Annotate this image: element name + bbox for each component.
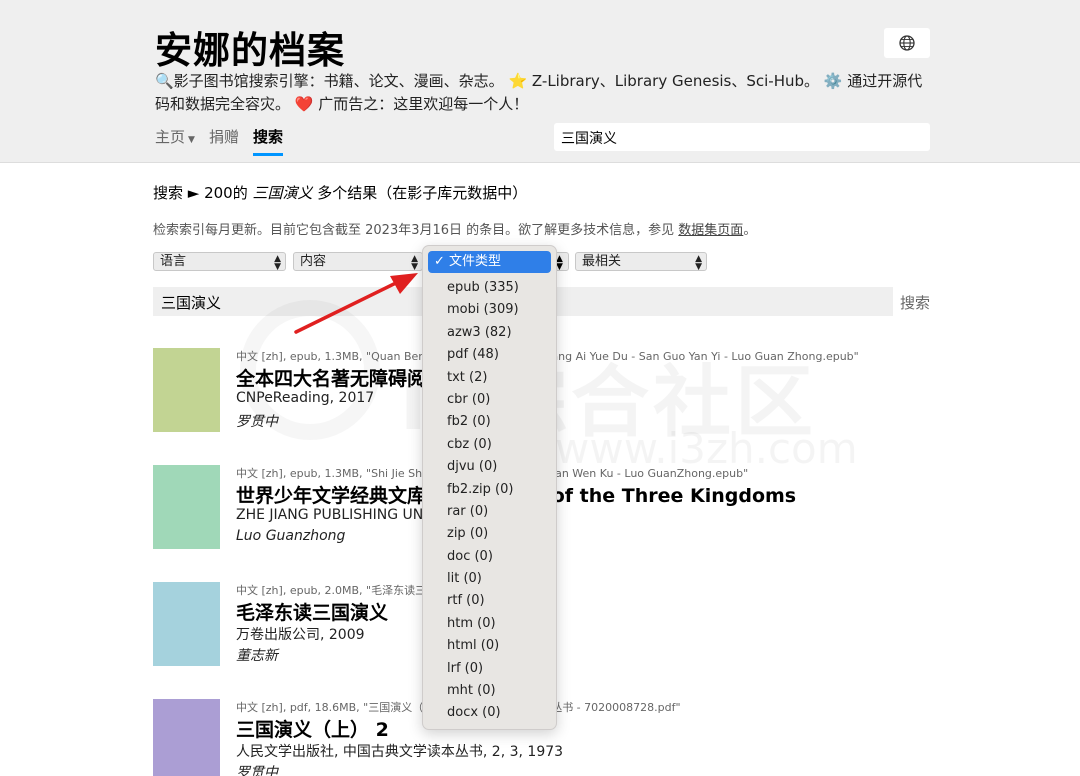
results-query: 三国演义 bbox=[252, 184, 313, 202]
index-info-text: 检索索引每月更新。目前它包含截至 2023年3月16日 的条目。欲了解更多技术信… bbox=[153, 223, 679, 238]
filetype-option[interactable]: doc (0) bbox=[447, 546, 519, 568]
filetype-option[interactable]: txt (2) bbox=[447, 367, 519, 389]
results-suffix: 多个结果（在影子库元数据中） bbox=[312, 184, 528, 202]
filetype-option[interactable]: rar (0) bbox=[447, 501, 519, 523]
language-select[interactable]: 语言 ▲ ▼ bbox=[153, 252, 286, 272]
tab-donate[interactable]: 捐赠 bbox=[209, 126, 239, 156]
main-nav: 主页 ▼ 捐赠 搜索 bbox=[155, 126, 283, 156]
header-search-input[interactable]: 三国演义 bbox=[554, 123, 930, 151]
filetype-option[interactable]: epub (335) bbox=[447, 277, 519, 299]
results-summary: 搜索 ► 200的 三国演义 多个结果（在影子库元数据中） bbox=[153, 182, 527, 203]
filetype-option[interactable]: fb2 (0) bbox=[447, 411, 519, 433]
filetype-option[interactable]: docx (0) bbox=[447, 702, 519, 724]
filetype-option[interactable]: mht (0) bbox=[447, 680, 519, 702]
filetype-option[interactable]: rtf (0) bbox=[447, 590, 519, 612]
red-arrow-annotation bbox=[294, 273, 418, 334]
result-publisher: CNPeReading, 2017 bbox=[236, 390, 375, 406]
language-select-label: 语言 bbox=[160, 254, 187, 269]
book-cover[interactable] bbox=[153, 348, 220, 432]
result-author: Luo Guanzhong bbox=[236, 528, 346, 544]
result-title[interactable]: 毛泽东读三国演义 bbox=[236, 598, 388, 625]
content-select[interactable]: 内容 ▲ ▼ bbox=[293, 252, 423, 272]
content-select-label: 内容 bbox=[300, 254, 327, 269]
index-info: 检索索引每月更新。目前它包含截至 2023年3月16日 的条目。欲了解更多技术信… bbox=[153, 219, 756, 238]
book-cover[interactable] bbox=[153, 582, 220, 666]
result-author: 罗贯中 bbox=[236, 414, 278, 430]
language-button[interactable] bbox=[884, 28, 930, 58]
updown-arrows-icon: ▲ ▼ bbox=[411, 254, 418, 272]
book-cover[interactable] bbox=[153, 699, 220, 776]
updown-arrows-icon: ▲ ▼ bbox=[274, 254, 281, 272]
tab-home[interactable]: 主页 ▼ bbox=[155, 126, 195, 156]
index-info-end: 。 bbox=[743, 223, 757, 238]
result-publisher: 万卷出版公司, 2009 bbox=[236, 627, 365, 643]
filetype-options: epub (335) mobi (309) azw3 (82) pdf (48) txt… bbox=[447, 277, 519, 725]
result-author: 董志新 bbox=[236, 648, 278, 664]
updown-arrows-icon: ▲ ▼ bbox=[695, 254, 702, 272]
search-button[interactable]: 搜索 bbox=[900, 292, 930, 313]
result-publisher: 人民文学出版社, 中国古典文学读本丛书, 2, 3, 1973 bbox=[236, 744, 564, 760]
filetype-option[interactable]: djvu (0) bbox=[447, 456, 519, 478]
site-title[interactable]: 安娜的档案 bbox=[155, 20, 345, 74]
filetype-option[interactable]: zip (0) bbox=[447, 523, 519, 545]
globe-icon bbox=[899, 35, 915, 51]
sort-select[interactable]: 最相关 ▲ ▼ bbox=[575, 252, 707, 272]
filetype-option[interactable]: lit (0) bbox=[447, 568, 519, 590]
site-header: 安娜的档案 🔍影子图书馆搜索引擎：书籍、论文、漫画、杂志。 ⭐️ Z-Libra… bbox=[0, 0, 1080, 163]
filetype-option[interactable]: html (0) bbox=[447, 635, 519, 657]
results-prefix: 搜索 ► 200的 bbox=[153, 184, 253, 202]
filetype-option[interactable]: azw3 (82) bbox=[447, 322, 519, 344]
filetype-dropdown[interactable]: ✓ 文件类型 epub (335) mobi (309) azw3 (82) pdf … bbox=[422, 245, 557, 730]
sort-select-label: 最相关 bbox=[582, 254, 622, 269]
result-title[interactable]: 三国演义（上） 2 bbox=[236, 715, 389, 742]
filetype-option[interactable]: lrf (0) bbox=[447, 658, 519, 680]
tab-home-label: 主页 bbox=[155, 128, 186, 146]
filetype-option[interactable]: mobi (309) bbox=[447, 299, 519, 321]
site-tagline: 🔍影子图书馆搜索引擎：书籍、论文、漫画、杂志。 ⭐️ Z-Library、Lib… bbox=[155, 72, 923, 113]
caret-down-icon: ▼ bbox=[188, 135, 195, 145]
filetype-option[interactable]: pdf (48) bbox=[447, 344, 519, 366]
filetype-option[interactable]: htm (0) bbox=[447, 613, 519, 635]
tab-search[interactable]: 搜索 bbox=[252, 126, 283, 156]
result-author: 罗贯中 bbox=[236, 765, 278, 776]
filetype-option[interactable]: cbz (0) bbox=[447, 434, 519, 456]
book-cover[interactable] bbox=[153, 465, 220, 549]
datasets-link[interactable]: 数据集页面 bbox=[678, 223, 743, 238]
filetype-option[interactable]: cbr (0) bbox=[447, 389, 519, 411]
filetype-selected-option[interactable]: ✓ 文件类型 bbox=[428, 251, 551, 273]
filetype-option[interactable]: fb2.zip (0) bbox=[447, 479, 519, 501]
